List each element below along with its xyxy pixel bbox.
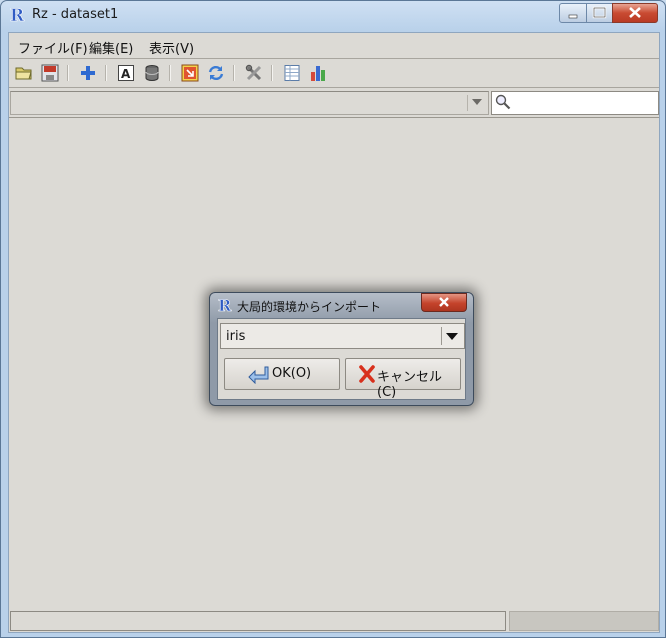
cancel-button[interactable]: キャンセル(C) <box>345 358 461 400</box>
menu-view[interactable]: 表示(V) <box>149 38 194 57</box>
toolbar-separator <box>271 65 273 81</box>
status-left <box>10 611 506 631</box>
status-right <box>509 611 659 631</box>
r-logo-icon: R <box>218 297 232 313</box>
object-select[interactable]: iris <box>220 323 465 349</box>
toolbar: A <box>9 59 659 88</box>
svg-text:R: R <box>10 6 25 24</box>
minimize-button[interactable] <box>559 3 587 23</box>
dialog-body: iris OK(O) キャンセル(C) <box>217 318 466 400</box>
toolbar-separator <box>67 65 69 81</box>
chevron-down-icon <box>472 99 482 105</box>
cancel-button-label: キャンセル(C) <box>377 370 443 400</box>
filter-combo[interactable] <box>10 91 489 115</box>
dialog-close-button[interactable] <box>421 293 467 312</box>
text-icon[interactable]: A <box>117 64 135 82</box>
tools-icon[interactable] <box>245 64 263 82</box>
import-dialog: R 大局的環境からインポート iris OK(O) キャンセル(C) <box>209 292 474 406</box>
ok-button[interactable]: OK(O) <box>224 358 340 390</box>
toolbar-separator <box>105 65 107 81</box>
menu-bar: ファイル(F) 編集(E) 表示(V) <box>9 33 659 59</box>
status-bar <box>9 610 659 632</box>
svg-text:R: R <box>218 297 232 313</box>
window-title: Rz - dataset1 <box>32 7 119 22</box>
combo-divider <box>441 327 442 345</box>
object-select-value: iris <box>226 329 246 344</box>
cancel-x-icon <box>359 365 375 383</box>
table-icon[interactable] <box>283 64 301 82</box>
filter-bar <box>9 88 659 118</box>
open-folder-icon[interactable] <box>15 64 33 82</box>
r-logo-icon: R <box>10 6 25 24</box>
dialog-title: 大局的環境からインポート <box>237 300 382 314</box>
close-icon <box>629 7 641 18</box>
import-icon[interactable] <box>181 64 199 82</box>
add-icon[interactable] <box>79 64 97 82</box>
svg-text:A: A <box>121 67 131 81</box>
search-input[interactable] <box>491 91 659 115</box>
combo-divider <box>467 95 468 111</box>
back-arrow-icon <box>248 366 269 384</box>
close-button[interactable] <box>612 3 658 23</box>
close-icon <box>439 297 449 307</box>
toolbar-separator <box>233 65 235 81</box>
toolbar-separator <box>169 65 171 81</box>
maximize-button[interactable] <box>586 3 613 23</box>
save-icon[interactable] <box>41 64 59 82</box>
search-icon <box>495 94 511 110</box>
menu-file[interactable]: ファイル(F) <box>18 38 88 57</box>
ok-button-label: OK(O) <box>272 366 312 381</box>
maximize-icon <box>592 6 607 19</box>
database-icon[interactable] <box>143 64 161 82</box>
minimize-icon <box>568 14 578 19</box>
chevron-down-icon <box>446 333 458 340</box>
bar-chart-icon[interactable] <box>309 64 327 82</box>
refresh-icon[interactable] <box>207 64 225 82</box>
menu-edit[interactable]: 編集(E) <box>89 38 133 57</box>
title-bar[interactable]: R Rz - dataset1 <box>1 1 665 31</box>
